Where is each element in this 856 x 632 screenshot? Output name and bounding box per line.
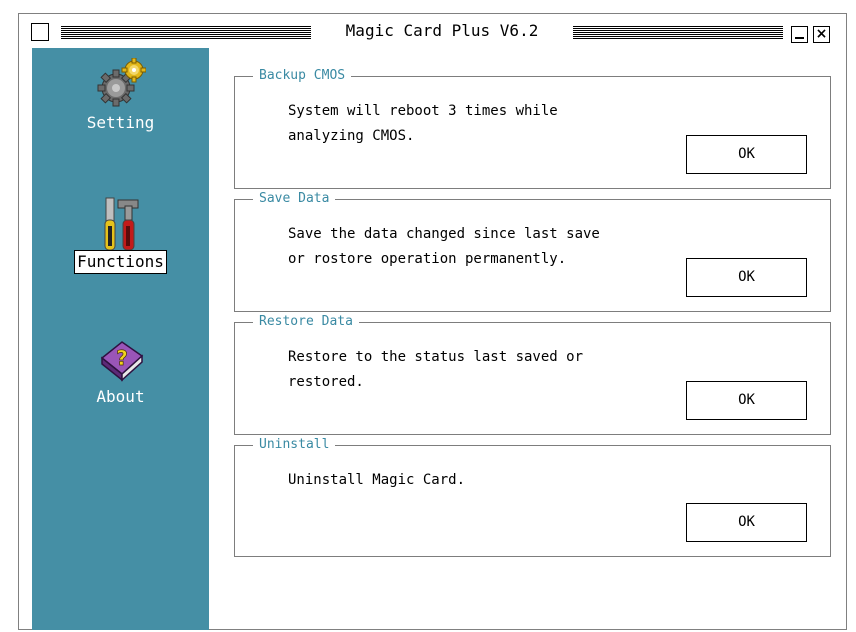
minimize-button[interactable] xyxy=(791,26,808,43)
app-window: Magic Card Plus V6.2 × Setting Functions… xyxy=(18,13,847,630)
tools-icon xyxy=(96,196,146,251)
uninstall-ok-button[interactable]: OK xyxy=(686,503,807,542)
close-icon: × xyxy=(815,26,828,42)
group-save-data: Save Data Save the data changed since la… xyxy=(234,190,831,312)
sidebar-label-functions: Functions xyxy=(74,250,167,274)
group-description: Uninstall Magic Card. xyxy=(288,472,466,488)
gears-icon xyxy=(96,57,146,108)
sidebar: Setting Functions ? About xyxy=(32,48,209,630)
title-stripes-left xyxy=(61,26,311,39)
save-data-ok-button[interactable]: OK xyxy=(686,258,807,297)
group-description: Save the data changed since last save or… xyxy=(288,226,600,267)
group-title: Backup CMOS xyxy=(253,67,352,85)
close-button[interactable]: × xyxy=(813,26,830,43)
svg-text:?: ? xyxy=(116,346,128,370)
group-title: Save Data xyxy=(253,190,336,208)
minimize-icon xyxy=(795,37,804,39)
group-title: Restore Data xyxy=(253,313,359,331)
group-backup-cmos: Backup CMOS System will reboot 3 times w… xyxy=(234,67,831,189)
sidebar-item-about[interactable]: ? About xyxy=(32,332,209,408)
restore-data-ok-button[interactable]: OK xyxy=(686,381,807,420)
group-description: Restore to the status last saved or rest… xyxy=(288,349,584,390)
sidebar-label-about: About xyxy=(96,387,145,406)
group-restore-data: Restore Data Restore to the status last … xyxy=(234,313,831,435)
sidebar-label-setting: Setting xyxy=(86,113,155,132)
sidebar-item-setting[interactable]: Setting xyxy=(32,57,209,134)
help-book-icon: ? xyxy=(96,332,146,382)
window-title: Magic Card Plus V6.2 xyxy=(345,21,539,40)
group-uninstall: Uninstall Uninstall Magic Card. OK xyxy=(234,436,831,557)
title-stripes-right xyxy=(573,26,783,39)
system-menu-box[interactable] xyxy=(31,23,49,41)
backup-cmos-ok-button[interactable]: OK xyxy=(686,135,807,174)
title-bar[interactable]: Magic Card Plus V6.2 × xyxy=(19,14,846,49)
group-title: Uninstall xyxy=(253,436,336,454)
sidebar-item-functions[interactable]: Functions xyxy=(32,196,209,274)
group-description: System will reboot 3 times while analyzi… xyxy=(288,103,558,144)
